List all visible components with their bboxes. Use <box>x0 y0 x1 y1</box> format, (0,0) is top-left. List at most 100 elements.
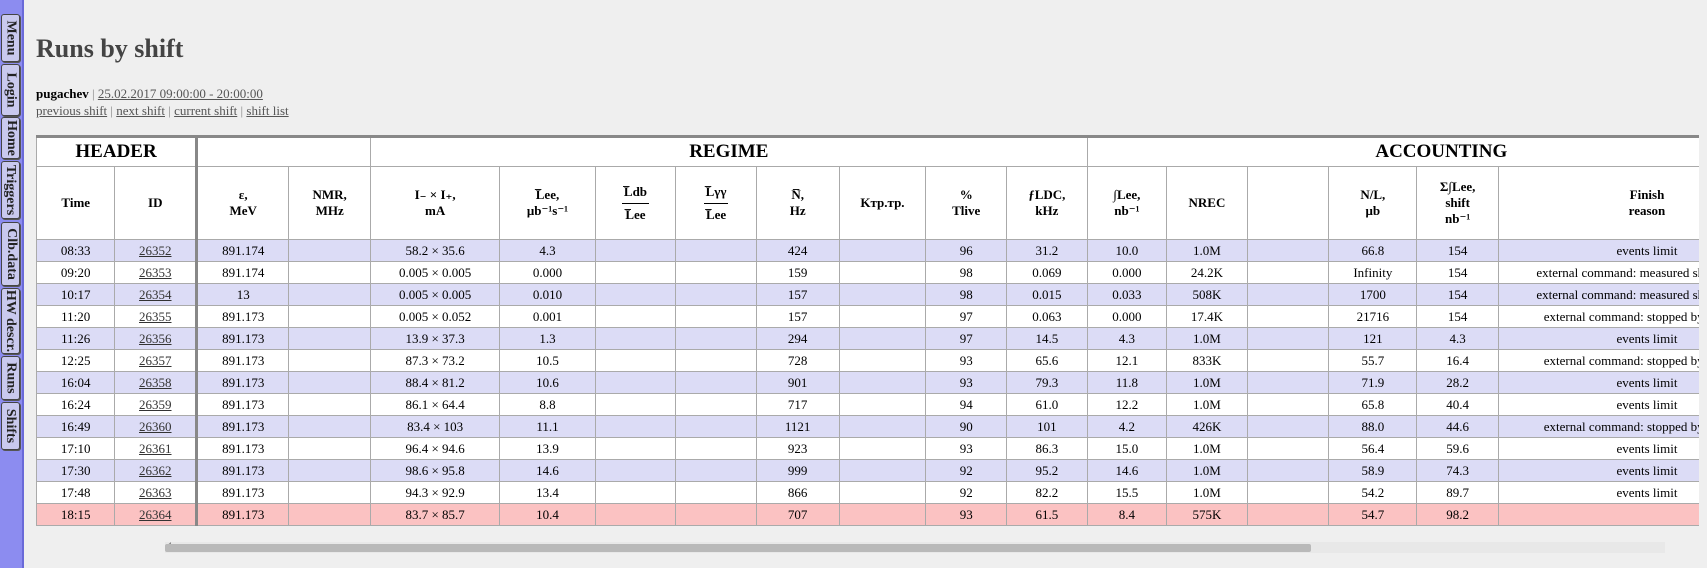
cell-fldc: 101 <box>1006 415 1088 438</box>
cell-id: 26354 <box>114 283 198 306</box>
tab-login[interactable]: Login <box>1 64 20 116</box>
run-id-link[interactable]: 26354 <box>139 287 172 302</box>
cell-id: 26357 <box>114 349 198 372</box>
cell-currents: 88.4 × 81.2 <box>369 371 501 394</box>
cell-energy: 891.173 <box>195 371 290 394</box>
table-row: 12:25 26357 891.173 87.3 × 73.2 10.5 728 93 65.… <box>36 349 1699 372</box>
scrollbar-thumb[interactable] <box>165 544 1311 552</box>
tab-home[interactable]: Home <box>1 117 20 159</box>
cell-currents: 0.005 × 0.005 <box>369 261 501 284</box>
tab-hw-descr[interactable]: HW descr. <box>1 288 20 354</box>
cell-energy: 891.173 <box>195 459 290 482</box>
cell-lee: 10.5 <box>499 349 596 372</box>
run-id-link[interactable]: 26362 <box>139 463 172 478</box>
cell-tlive: 98 <box>925 261 1008 284</box>
cell-lee: 1.3 <box>499 327 596 350</box>
table-row: 18:15 26364 891.173 83.7 × 85.7 10.4 707 93 61.… <box>36 503 1699 526</box>
tab-menu[interactable]: Menu <box>1 14 20 62</box>
cell-nmr <box>288 393 371 416</box>
cell-fldc: 61.5 <box>1006 503 1088 526</box>
cell-ldb-ratio <box>594 239 677 262</box>
sidebar-tabs: Menu Login Home Triggers Clb.data HW des… <box>0 0 24 568</box>
cell-rate: 901 <box>755 371 840 394</box>
cell-ktr <box>838 437 927 460</box>
run-id-link[interactable]: 26358 <box>139 375 172 390</box>
cell-n-over-l: 66.8 <box>1328 239 1418 262</box>
next-shift-link[interactable]: next shift <box>116 103 165 118</box>
tab-triggers[interactable]: Triggers <box>1 161 20 219</box>
cell-fldc: 61.0 <box>1006 393 1088 416</box>
cell-nmr <box>288 437 371 460</box>
table-row: 16:04 26358 891.173 88.4 × 81.2 10.6 901 93 79.… <box>36 371 1699 394</box>
table-row: 10:17 26354 13 0.005 × 0.005 0.010 157 98 0.015… <box>36 283 1699 306</box>
cell-id: 26355 <box>114 305 198 328</box>
cell-blank <box>1246 503 1330 526</box>
cell-blank <box>1246 327 1330 350</box>
cell-nrec: 1.0M <box>1166 393 1248 416</box>
cell-blank <box>1246 239 1330 262</box>
run-id-link[interactable]: 26360 <box>139 419 172 434</box>
col-currents: I₋ × I₊, mA <box>369 166 501 240</box>
cell-int-lee: 10.0 <box>1086 239 1168 262</box>
runs-table-container[interactable]: HEADER REGIME ACCOUNTING Time ID ε, MeV N… <box>36 135 1699 539</box>
cell-sum-lee: 89.7 <box>1416 481 1499 504</box>
cell-sum-lee: 44.6 <box>1416 415 1499 438</box>
run-id-link[interactable]: 26364 <box>139 507 172 522</box>
cell-fldc: 95.2 <box>1006 459 1088 482</box>
cell-n-over-l: 56.4 <box>1328 437 1418 460</box>
cell-finish-reason <box>1497 503 1699 526</box>
cell-lee: 13.9 <box>499 437 596 460</box>
cell-nrec: 1.0M <box>1166 459 1248 482</box>
cell-finish-reason: events limit <box>1497 371 1699 394</box>
cell-currents: 58.2 × 35.6 <box>369 239 501 262</box>
cell-lgg-ratio <box>675 239 757 262</box>
cell-energy: 891.174 <box>195 239 290 262</box>
run-id-link[interactable]: 26359 <box>139 397 172 412</box>
cell-currents: 87.3 × 73.2 <box>369 349 501 372</box>
horizontal-scrollbar[interactable] <box>165 542 1665 553</box>
cell-nrec: 426K <box>1166 415 1248 438</box>
cell-blank <box>1246 415 1330 438</box>
cell-time: 11:26 <box>36 327 116 350</box>
run-id-link[interactable]: 26353 <box>139 265 172 280</box>
cell-ldb-ratio <box>594 437 677 460</box>
cell-nrec: 1.0M <box>1166 371 1248 394</box>
cell-fldc: 0.015 <box>1006 283 1088 306</box>
run-id-link[interactable]: 26356 <box>139 331 172 346</box>
cell-int-lee: 4.3 <box>1086 327 1168 350</box>
run-id-link[interactable]: 26357 <box>139 353 172 368</box>
col-blank <box>1246 166 1330 240</box>
cell-blank <box>1246 481 1330 504</box>
cell-time: 17:48 <box>36 481 116 504</box>
cell-nrec: 1.0M <box>1166 481 1248 504</box>
run-id-link[interactable]: 26363 <box>139 485 172 500</box>
cell-id: 26352 <box>114 239 198 262</box>
table-row: 17:10 26361 891.173 96.4 × 94.6 13.9 923 93 86.… <box>36 437 1699 460</box>
tab-runs[interactable]: Runs <box>1 356 20 400</box>
cell-rate: 424 <box>755 239 840 262</box>
cell-ldb-ratio <box>594 371 677 394</box>
col-n-over-l: N/L, μb <box>1328 166 1418 240</box>
cell-ktr <box>838 261 927 284</box>
cell-energy: 891.173 <box>195 393 290 416</box>
current-shift-link[interactable]: current shift <box>174 103 237 118</box>
run-id-link[interactable]: 26352 <box>139 243 172 258</box>
cell-nmr <box>288 283 371 306</box>
cell-sum-lee: 28.2 <box>1416 371 1499 394</box>
cell-int-lee: 0.000 <box>1086 261 1168 284</box>
shift-nav: previous shift | next shift | current sh… <box>36 103 289 118</box>
shift-list-link[interactable]: shift list <box>246 103 288 118</box>
cell-tlive: 98 <box>925 283 1008 306</box>
cell-nrec: 1.0M <box>1166 327 1248 350</box>
run-id-link[interactable]: 26361 <box>139 441 172 456</box>
shift-period-link[interactable]: 25.02.2017 09:00:00 - 20:00:00 <box>98 86 263 101</box>
cell-int-lee: 0.033 <box>1086 283 1168 306</box>
cell-nrec: 17.4K <box>1166 305 1248 328</box>
cell-currents: 0.005 × 0.052 <box>369 305 501 328</box>
run-id-link[interactable]: 26355 <box>139 309 172 324</box>
previous-shift-link[interactable]: previous shift <box>36 103 107 118</box>
cell-finish-reason: external command: stopped by operator <box>1497 415 1699 438</box>
tab-clb-data[interactable]: Clb.data <box>1 222 20 286</box>
tab-shifts[interactable]: Shifts <box>1 402 20 450</box>
cell-time: 17:30 <box>36 459 116 482</box>
